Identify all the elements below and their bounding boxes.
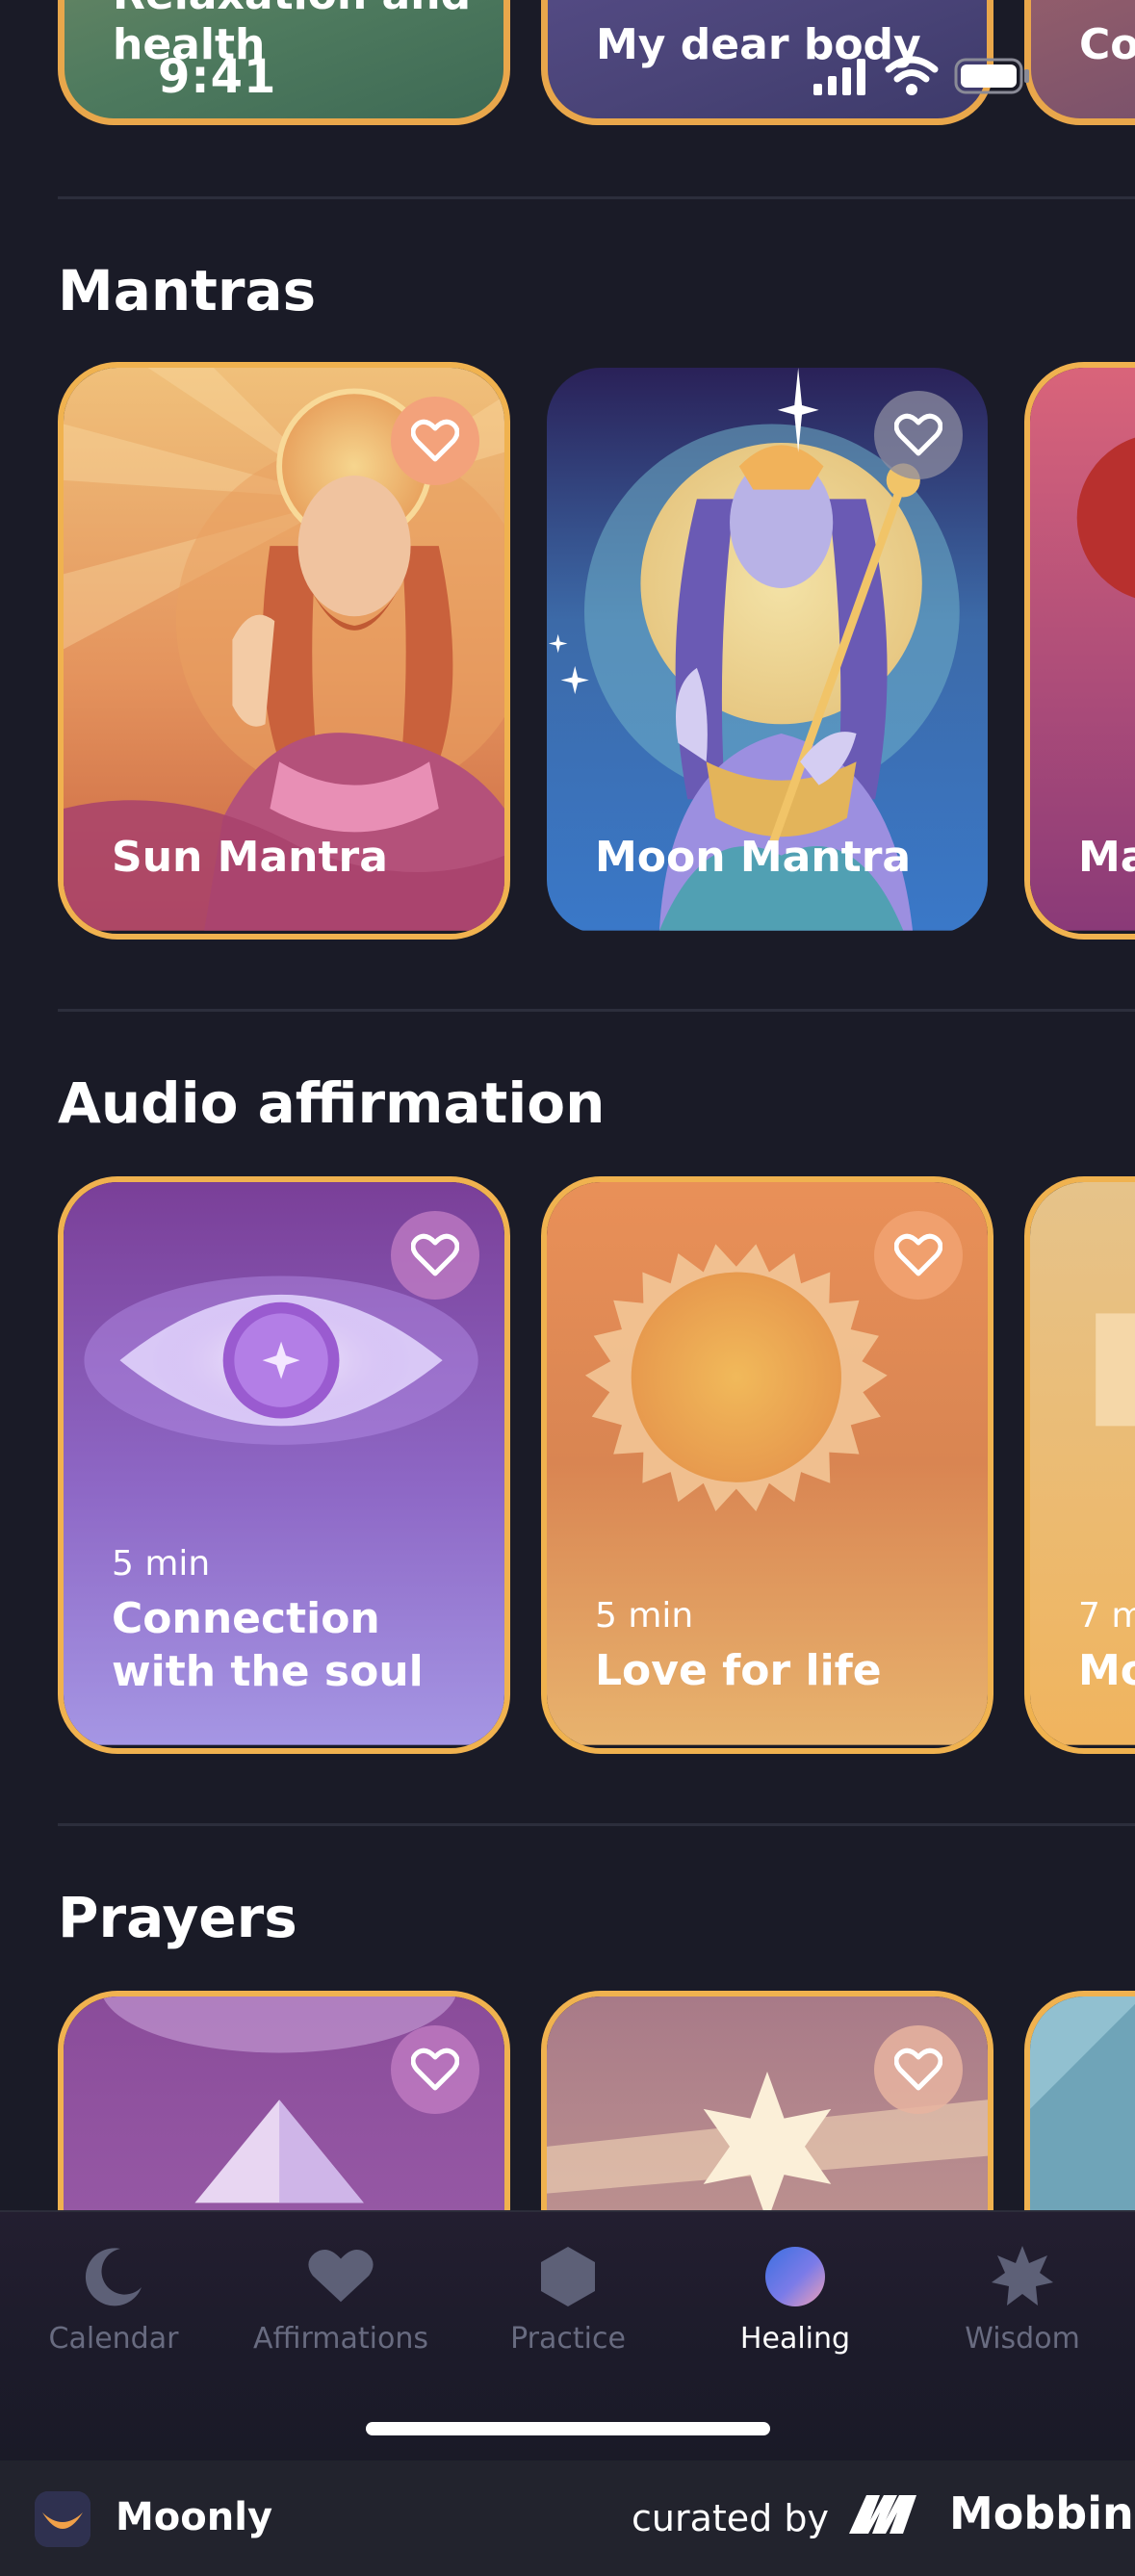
card-sun-mantra[interactable]: Sun Mantra [58,362,510,940]
card-moon-mantra[interactable]: Moon Mantra [541,362,993,940]
duration-label: 7 m [1078,1596,1135,1636]
card-prayer-partial[interactable] [1024,1991,1135,2210]
tab-label: Calendar [48,2322,179,2356]
card-partial-mantra[interactable]: Ma [1024,362,1135,940]
section-divider [58,196,1135,199]
heart-icon [307,2243,374,2310]
favorite-button[interactable] [874,391,963,479]
section-title-prayers: Prayers [58,1885,297,1950]
tab-calendar[interactable]: Calendar [0,2243,227,2368]
tab-label: Affirmations [252,2322,429,2356]
card-title: Relaxation and health [113,0,471,70]
tab-label: Wisdom [965,2322,1080,2356]
favorite-button[interactable] [391,397,479,485]
duration-label: 5 min [112,1544,211,1584]
app-name: Moonly [116,2495,273,2539]
card-title: Co and [1079,20,1135,70]
hexagon-icon [534,2243,602,2310]
mobbin-logo-icon [849,2495,916,2534]
prayers-row[interactable] [58,1991,1135,2210]
heart-outline-icon [894,2048,942,2091]
home-indicator[interactable] [366,2422,770,2435]
star-icon [989,2243,1056,2310]
card-title: Moon Mantra [595,833,912,882]
favorite-button[interactable] [391,1211,479,1300]
section-divider [58,1823,1135,1826]
card-partial-affirmation[interactable]: 7 m Mo [1024,1176,1135,1754]
curator-name: Mobbin [949,2487,1134,2539]
card-title: Sun Mantra [112,833,388,882]
section-title-audio-affirmation: Audio affirmation [58,1070,606,1136]
prayer-illustration [1030,1996,1135,2210]
card-partial[interactable]: Co and [1024,0,1135,125]
moon-icon [80,2243,147,2310]
card-title: Ma [1078,833,1135,882]
favorite-button[interactable] [874,2025,963,2114]
heart-outline-icon [894,413,942,456]
card-title: Connection with the soul [112,1594,424,1696]
section-title-mantras: Mantras [58,258,317,323]
brand-footer: Moonly curated by Mobbin [0,2460,1135,2576]
mobbin-brand[interactable]: Mobbin [847,2487,1134,2539]
card-title: My dear body [596,20,921,70]
card-connection-with-the-soul[interactable]: 5 min Connection with the soul [58,1176,510,1754]
section-divider [58,1009,1135,1012]
tab-affirmations[interactable]: Affirmations [227,2243,454,2368]
bottom-tab-bar: Calendar Affirmations Practice Healing W… [0,2210,1135,2460]
tab-practice[interactable]: Practice [454,2243,682,2368]
card-my-dear-body[interactable]: My dear body [541,0,993,125]
heart-outline-icon [411,1233,459,1276]
healing-scroll-content[interactable]: Relaxation and health My dear body Co an… [0,0,1135,2210]
card-love-for-life[interactable]: 5 min Love for life [541,1176,993,1754]
heart-outline-icon [411,2048,459,2091]
favorite-button[interactable] [391,2025,479,2114]
heart-outline-icon [894,1233,942,1276]
healing-orb-icon [761,2243,829,2310]
favorite-button[interactable] [874,1211,963,1300]
card-title: Mo [1078,1646,1135,1695]
duration-label: 5 min [595,1596,694,1636]
card-relaxation-health[interactable]: Relaxation and health [58,0,510,125]
tab-label: Healing [739,2322,851,2356]
tab-label: Practice [510,2322,626,2356]
moonly-logo-icon [35,2491,90,2547]
curated-by-label: curated by [632,2497,829,2539]
tab-healing[interactable]: Healing [682,2243,909,2368]
heart-outline-icon [411,419,459,462]
top-cards-row[interactable]: Relaxation and health My dear body Co an… [58,0,1135,125]
card-title: Love for life [595,1646,882,1695]
mantras-row[interactable]: Sun Mantra Moon Mantra M [58,362,1135,940]
audio-affirmation-row[interactable]: 5 min Connection with the soul 5 min Lov… [58,1176,1135,1754]
card-prayer-star[interactable] [541,1991,993,2210]
card-prayer-crystal[interactable] [58,1991,510,2210]
tab-wisdom[interactable]: Wisdom [909,2243,1135,2368]
